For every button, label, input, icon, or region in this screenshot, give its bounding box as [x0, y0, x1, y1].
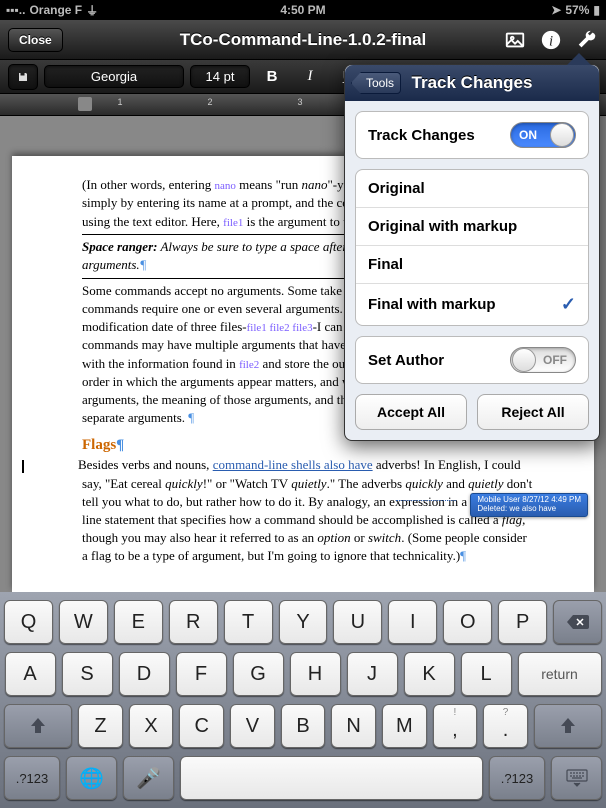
key-q[interactable]: Q: [4, 600, 53, 644]
popover-title: Track Changes: [412, 73, 533, 93]
set-author-toggle[interactable]: OFF: [510, 347, 576, 373]
key-g[interactable]: G: [233, 652, 284, 696]
key-f[interactable]: F: [176, 652, 227, 696]
key-mic[interactable]: 🎤: [123, 756, 174, 800]
view-original-markup[interactable]: Original with markup: [356, 208, 588, 246]
key-shift[interactable]: [4, 704, 72, 748]
change-bubble[interactable]: Mobile User 8/27/12 4:49 PM Deleted: we …: [470, 493, 588, 517]
key-shift-right[interactable]: [534, 704, 602, 748]
save-button[interactable]: [8, 64, 38, 90]
track-changes-toggle[interactable]: ON: [510, 122, 576, 148]
key-a[interactable]: A: [5, 652, 56, 696]
accept-all-button[interactable]: Accept All: [355, 394, 467, 430]
location-icon: ➤: [551, 3, 561, 17]
key-p[interactable]: P: [498, 600, 547, 644]
navbar: Close TCo-Command-Line-1.0.2-final i: [0, 20, 606, 60]
key-period[interactable]: ?.: [483, 704, 528, 748]
key-space[interactable]: [180, 756, 483, 800]
text-cursor: [22, 460, 24, 473]
font-selector[interactable]: Georgia: [44, 65, 184, 88]
view-original[interactable]: Original: [356, 170, 588, 208]
key-r[interactable]: R: [169, 600, 218, 644]
battery-icon: ▮: [593, 3, 600, 17]
key-d[interactable]: D: [119, 652, 170, 696]
key-i[interactable]: I: [388, 600, 437, 644]
popover-header: Tools Track Changes: [345, 65, 599, 101]
tracked-insertion: command-line shells also have: [213, 457, 373, 472]
popover-arrow: [567, 53, 591, 65]
key-m[interactable]: M: [382, 704, 427, 748]
key-backspace[interactable]: [553, 600, 602, 644]
key-numbers-right[interactable]: .?123: [489, 756, 545, 800]
key-x[interactable]: X: [129, 704, 174, 748]
status-bar: ▪▪▪.. Orange F ⏚ 4:50 PM ➤ 57% ▮: [0, 0, 606, 20]
keyboard: Q W E R T Y U I O P A S D F G H J K L re…: [0, 592, 606, 808]
view-final-markup[interactable]: Final with markup✓: [356, 284, 588, 325]
svg-text:i: i: [549, 33, 553, 49]
key-comma[interactable]: !,: [433, 704, 478, 748]
key-v[interactable]: V: [230, 704, 275, 748]
document-title: TCo-Command-Line-1.0.2-final: [180, 30, 427, 50]
reject-all-button[interactable]: Reject All: [477, 394, 589, 430]
track-changes-popover: Tools Track Changes Track Changes ON Ori…: [344, 64, 600, 441]
key-u[interactable]: U: [333, 600, 382, 644]
close-button[interactable]: Close: [8, 28, 63, 52]
italic-button[interactable]: I: [294, 64, 326, 90]
carrier: Orange F: [29, 3, 82, 17]
wifi-icon: ⏚: [86, 2, 98, 19]
key-j[interactable]: J: [347, 652, 398, 696]
set-author-row[interactable]: Set Author OFF: [356, 337, 588, 383]
battery-percent: 57%: [565, 3, 589, 17]
key-n[interactable]: N: [331, 704, 376, 748]
key-return[interactable]: return: [518, 652, 602, 696]
indent-marker[interactable]: [78, 97, 92, 111]
key-o[interactable]: O: [443, 600, 492, 644]
info-icon[interactable]: i: [540, 29, 562, 51]
key-dismiss[interactable]: [551, 756, 602, 800]
wrench-icon[interactable]: [576, 29, 598, 51]
key-l[interactable]: L: [461, 652, 512, 696]
key-e[interactable]: E: [114, 600, 163, 644]
key-s[interactable]: S: [62, 652, 113, 696]
key-z[interactable]: Z: [78, 704, 123, 748]
tools-back-button[interactable]: Tools: [351, 72, 401, 94]
key-w[interactable]: W: [59, 600, 108, 644]
key-y[interactable]: Y: [279, 600, 328, 644]
signal-icon: ▪▪▪..: [6, 3, 25, 17]
key-numbers[interactable]: .?123: [4, 756, 60, 800]
paragraph[interactable]: Besides verbs and nouns, command-line sh…: [82, 456, 534, 565]
checkmark-icon: ✓: [561, 294, 576, 315]
key-globe[interactable]: 🌐: [66, 756, 117, 800]
bold-button[interactable]: B: [256, 64, 288, 90]
comment-connector: [396, 500, 456, 501]
key-c[interactable]: C: [179, 704, 224, 748]
key-t[interactable]: T: [224, 600, 273, 644]
track-changes-toggle-row: Track Changes ON: [356, 112, 588, 158]
font-size-selector[interactable]: 14 pt: [190, 65, 250, 88]
key-h[interactable]: H: [290, 652, 341, 696]
view-final[interactable]: Final: [356, 246, 588, 284]
image-icon[interactable]: [504, 29, 526, 51]
key-b[interactable]: B: [281, 704, 326, 748]
clock: 4:50 PM: [280, 3, 325, 17]
key-k[interactable]: K: [404, 652, 455, 696]
